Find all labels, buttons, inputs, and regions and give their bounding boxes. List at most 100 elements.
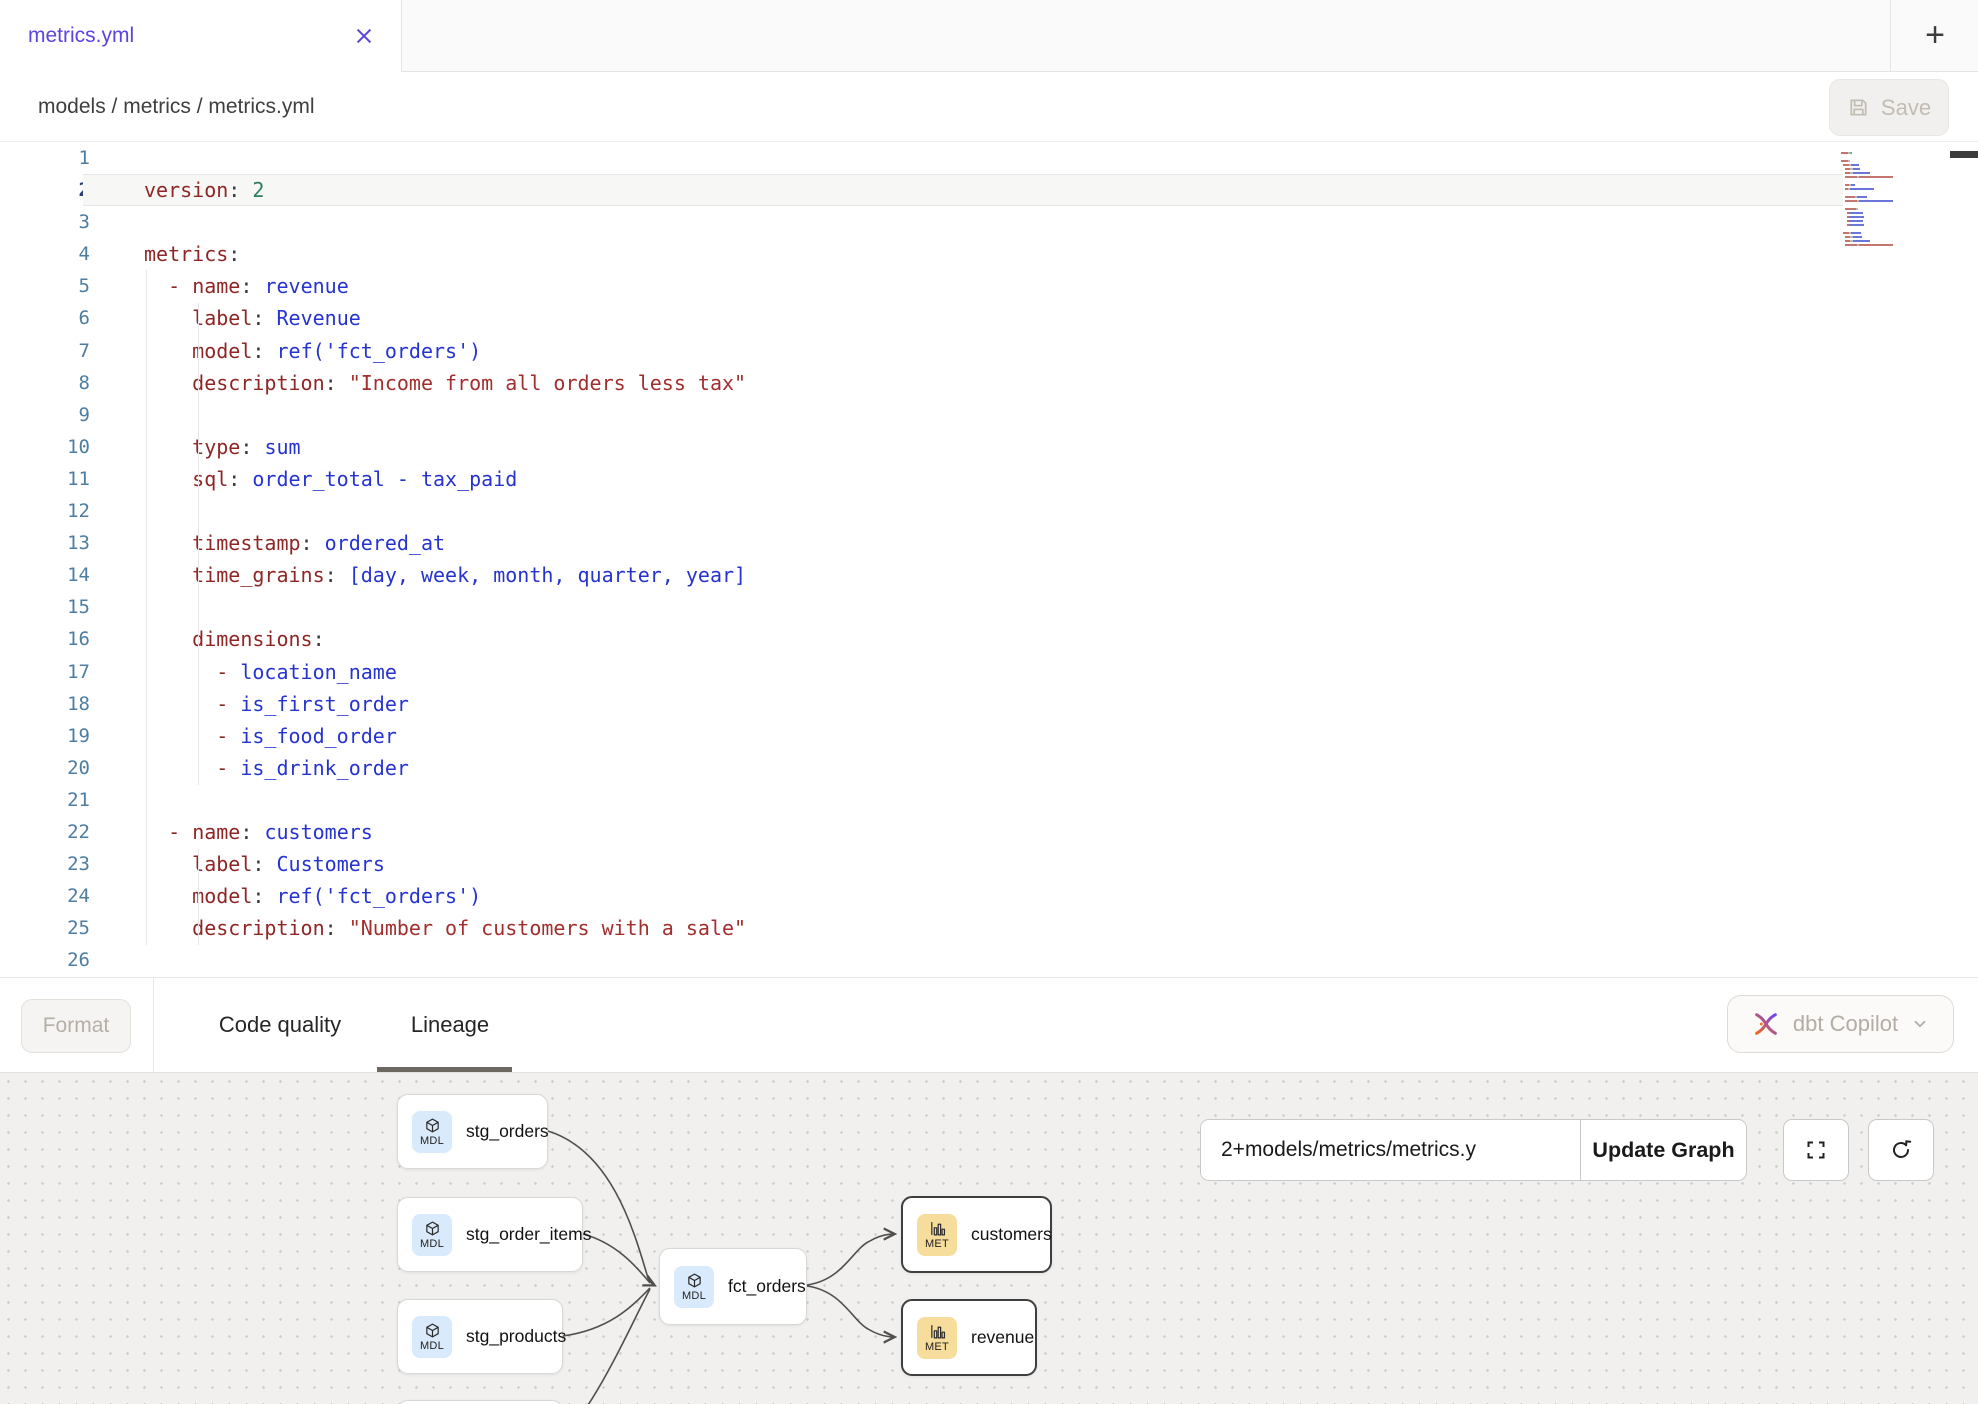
code-line-19: 19 - is_food_order bbox=[0, 720, 1978, 752]
model-badge: MDL bbox=[412, 1214, 452, 1256]
update-graph-button[interactable]: Update Graph bbox=[1580, 1120, 1746, 1180]
tab-lineage[interactable]: Lineage bbox=[385, 978, 515, 1072]
node-label: stg_orders bbox=[466, 1121, 549, 1142]
lineage-node-fct-orders[interactable]: MDL fct_orders bbox=[659, 1248, 807, 1325]
tab-code-quality[interactable]: Code quality bbox=[190, 978, 370, 1072]
code-line-8: 8 description: "Income from all orders l… bbox=[0, 367, 1978, 399]
line-number: 23 bbox=[0, 848, 90, 880]
fullscreen-icon bbox=[1804, 1138, 1828, 1162]
line-number: 18 bbox=[0, 688, 90, 720]
line-number: 16 bbox=[0, 623, 90, 655]
model-badge: MDL bbox=[412, 1111, 452, 1153]
close-icon[interactable] bbox=[353, 25, 375, 47]
code-line-20: 20 - is_drink_order bbox=[0, 752, 1978, 784]
indent-guide bbox=[198, 303, 199, 785]
code-line-1: 1 bbox=[0, 142, 1978, 174]
badge-label: MET bbox=[925, 1238, 949, 1250]
tab-metrics-yml[interactable]: metrics.yml bbox=[0, 0, 402, 72]
line-number: 24 bbox=[0, 880, 90, 912]
line-number: 15 bbox=[0, 591, 90, 623]
fullscreen-button[interactable] bbox=[1783, 1119, 1849, 1181]
line-number: 13 bbox=[0, 527, 90, 559]
node-label: fct_orders bbox=[728, 1276, 806, 1297]
toolbar-divider bbox=[153, 978, 154, 1072]
code-line-7: 7 model: ref('fct_orders') bbox=[0, 335, 1978, 367]
tab-lineage-label: Lineage bbox=[411, 1012, 489, 1038]
line-number: 14 bbox=[0, 559, 90, 591]
refresh-button[interactable] bbox=[1868, 1119, 1934, 1181]
lineage-node-customers[interactable]: MET customers bbox=[901, 1196, 1052, 1273]
lineage-node-partial[interactable] bbox=[397, 1400, 563, 1404]
node-label: customers bbox=[971, 1224, 1052, 1245]
code-line-21: 21 bbox=[0, 784, 1978, 816]
update-graph-label: Update Graph bbox=[1592, 1138, 1734, 1163]
code-line-9: 9 bbox=[0, 399, 1978, 431]
format-label: Format bbox=[43, 1014, 110, 1038]
line-number: 6 bbox=[0, 302, 90, 334]
badge-label: MDL bbox=[420, 1340, 444, 1352]
code-rows: 12version: 234metrics:5 - name: revenue6… bbox=[0, 142, 1978, 976]
tab-label: metrics.yml bbox=[28, 24, 134, 48]
tab-bar: metrics.yml + bbox=[0, 0, 1978, 72]
minimap[interactable] bbox=[1841, 147, 1941, 251]
code-line-11: 11 sql: order_total - tax_paid bbox=[0, 463, 1978, 495]
line-number: 10 bbox=[0, 431, 90, 463]
dbt-copilot-button[interactable]: dbt Copilot bbox=[1727, 995, 1954, 1053]
lineage-node-stg-products[interactable]: MDL stg_products bbox=[397, 1299, 563, 1374]
line-number: 12 bbox=[0, 495, 90, 527]
lineage-node-revenue[interactable]: MET revenue bbox=[901, 1299, 1037, 1376]
code-line-17: 17 - location_name bbox=[0, 656, 1978, 688]
file-header-row: models / metrics / metrics.yml Save bbox=[0, 72, 1978, 142]
node-label: stg_order_items bbox=[466, 1224, 591, 1245]
dbt-copilot-label: dbt Copilot bbox=[1793, 1011, 1898, 1037]
badge-label: MET bbox=[925, 1341, 949, 1353]
line-number: 2 bbox=[0, 174, 90, 206]
ide-window: metrics.yml + models / metrics / metrics… bbox=[0, 0, 1978, 1404]
code-line-23: 23 label: Customers bbox=[0, 848, 1978, 880]
badge-label: MDL bbox=[682, 1290, 706, 1302]
model-badge: MDL bbox=[412, 1316, 452, 1358]
indent-guide bbox=[198, 849, 199, 945]
code-line-3: 3 bbox=[0, 206, 1978, 238]
line-number: 5 bbox=[0, 270, 90, 302]
code-line-14: 14 time_grains: [day, week, month, quart… bbox=[0, 559, 1978, 591]
line-number: 17 bbox=[0, 656, 90, 688]
format-button[interactable]: Format bbox=[21, 999, 131, 1053]
code-line-6: 6 label: Revenue bbox=[0, 302, 1978, 334]
refresh-icon bbox=[1889, 1138, 1913, 1162]
code-line-12: 12 bbox=[0, 495, 1978, 527]
lineage-canvas[interactable]: MDL stg_orders MDL stg_order_items MDL s… bbox=[0, 1072, 1978, 1404]
indent-guide bbox=[146, 270, 147, 945]
line-number: 1 bbox=[0, 142, 90, 174]
new-tab-button[interactable]: + bbox=[1890, 0, 1978, 71]
cube-icon bbox=[424, 1220, 441, 1237]
line-number: 11 bbox=[0, 463, 90, 495]
model-badge: MDL bbox=[674, 1266, 714, 1308]
lineage-node-stg-order-items[interactable]: MDL stg_order_items bbox=[397, 1197, 583, 1272]
bar-chart-icon bbox=[929, 1323, 946, 1340]
lineage-node-stg-orders[interactable]: MDL stg_orders bbox=[397, 1094, 548, 1169]
bar-chart-icon bbox=[929, 1220, 946, 1237]
line-number: 22 bbox=[0, 816, 90, 848]
code-line-2: 2version: 2 bbox=[0, 174, 1978, 206]
code-line-15: 15 bbox=[0, 591, 1978, 623]
save-button[interactable]: Save bbox=[1829, 79, 1949, 136]
line-number: 7 bbox=[0, 335, 90, 367]
chevron-down-icon bbox=[1911, 1015, 1929, 1033]
save-label: Save bbox=[1881, 95, 1931, 121]
node-label: stg_products bbox=[466, 1326, 566, 1347]
lineage-filter-input[interactable] bbox=[1201, 1120, 1580, 1180]
code-editor[interactable]: 12version: 234metrics:5 - name: revenue6… bbox=[0, 142, 1978, 977]
code-line-10: 10 type: sum bbox=[0, 431, 1978, 463]
plus-icon: + bbox=[1925, 16, 1945, 55]
scrollbar-thumb[interactable] bbox=[1950, 151, 1978, 158]
cube-icon bbox=[424, 1117, 441, 1134]
node-label: revenue bbox=[971, 1327, 1034, 1348]
code-line-4: 4metrics: bbox=[0, 238, 1978, 270]
code-line-24: 24 model: ref('fct_orders') bbox=[0, 880, 1978, 912]
line-number: 8 bbox=[0, 367, 90, 399]
code-line-26: 26 bbox=[0, 944, 1978, 976]
code-line-22: 22 - name: customers bbox=[0, 816, 1978, 848]
cube-icon bbox=[424, 1322, 441, 1339]
floppy-disk-icon bbox=[1847, 96, 1870, 119]
